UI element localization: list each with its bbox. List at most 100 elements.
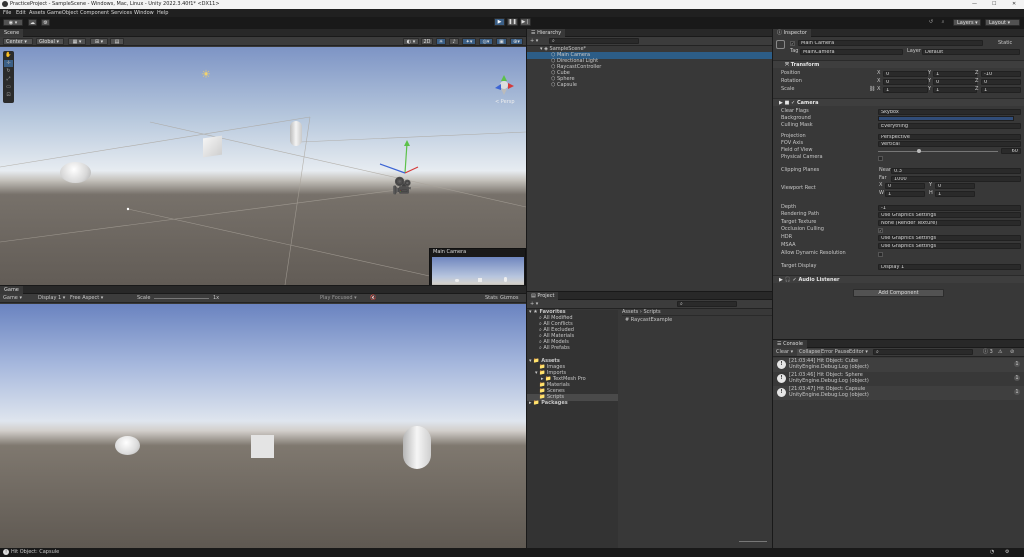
position-x[interactable]: 0 [883,71,928,77]
tab-scene[interactable]: Scene [0,29,24,37]
scale-z[interactable]: 1 [981,87,1021,93]
target-display-dropdown[interactable]: Display 1 [878,264,1021,270]
tab-game[interactable]: Game [0,286,23,294]
scale-tool-icon[interactable]: ⤢ [4,76,13,83]
display-dropdown[interactable]: Display 1 ▾ [38,295,65,302]
error-pause-toggle[interactable]: Error Pause [821,349,849,356]
viewport-x[interactable]: 0 [885,183,925,189]
object-name-field[interactable]: Main Camera [798,40,983,46]
tab-project[interactable]: ▤ Project [527,292,559,300]
object-active-checkbox[interactable]: ✓ [790,41,795,46]
game-viewport[interactable] [0,304,526,548]
depth-field[interactable]: -1 [878,205,1021,211]
fov-slider[interactable] [878,151,998,152]
icon-size-slider[interactable] [739,541,767,542]
aspect-dropdown[interactable]: Free Aspect ▾ [70,295,103,302]
background-color-swatch[interactable] [878,116,1014,121]
status-progress-icon[interactable]: ◔ [990,548,994,557]
main-camera-gizmo-icon[interactable]: 🎥 [392,177,422,197]
dynamic-resolution-checkbox[interactable] [878,252,883,257]
fov-slider-knob[interactable] [916,149,921,153]
pause-button[interactable]: ❚❚ [507,18,518,26]
physical-camera-checkbox[interactable] [878,156,883,161]
far-field[interactable]: 1000 [891,176,1021,182]
position-y[interactable]: 1 [933,71,977,77]
menu-component[interactable]: Component [80,9,109,17]
orientation-gizmo[interactable] [492,73,516,97]
culling-mask-dropdown[interactable]: Everything [878,123,1021,129]
menu-gameobject[interactable]: GameObject [47,9,78,17]
viewport-w[interactable]: 1 [885,191,925,197]
cloud-icon[interactable]: ☁ [28,19,37,26]
mute-audio-icon[interactable]: 🔇 [370,295,376,302]
viewport-h[interactable]: 1 [935,191,975,197]
scale-x[interactable]: 1 [883,87,928,93]
hierarchy-search-input[interactable]: ⌕ [549,38,639,44]
rotation-y[interactable]: 0 [933,79,977,85]
rotation-z[interactable]: 0 [981,79,1021,85]
2d-toggle[interactable]: 2D [421,38,433,45]
menu-help[interactable]: Help [157,9,168,17]
viewport-y[interactable]: 0 [935,183,975,189]
history-icon[interactable]: ↺ [927,19,935,26]
console-entry[interactable]: ! [21:03:47] Hit Object: Capsule UnityEn… [773,386,1024,400]
clear-flags-dropdown[interactable]: Skybox [878,109,1021,115]
fov-axis-dropdown[interactable]: Vertical [878,141,1021,147]
layers-dropdown[interactable]: Layers ▾ [953,19,981,26]
persp-label[interactable]: < Persp [495,99,515,105]
tab-console[interactable]: ☰ Console [773,340,807,348]
scene-viewport[interactable]: ✋ ✛ ↻ ⤢ ▭ ⊡ ☀ 🎥 < Persp Main Camera [0,47,526,285]
transform-tool-icon[interactable]: ⊡ [4,92,13,99]
tab-hierarchy[interactable]: ☰ Hierarchy [527,29,566,37]
lighting-toggle[interactable]: ☀ [436,38,446,45]
game-mode-dropdown[interactable]: Game ▾ [3,295,22,302]
status-settings-icon[interactable]: ⚙ [1005,548,1009,557]
near-field[interactable]: 0.3 [891,168,1021,174]
msaa-dropdown[interactable]: Use Graphics Settings [878,243,1021,249]
grid-toggle[interactable]: ▦ ▾ [68,38,86,45]
camera-settings-button[interactable]: ▣ [496,38,507,45]
audio-toggle[interactable]: ♪ [449,38,459,45]
breadcrumb-scripts[interactable]: Scripts [643,309,660,315]
file-raycast-example[interactable]: # RaycastExample [625,317,672,324]
draw-mode-button[interactable]: ◐ ▾ [403,38,419,45]
minimize-button[interactable]: — [972,0,977,9]
capsule-object[interactable] [290,121,302,146]
fov-value[interactable]: 60 [1001,148,1021,154]
collab-icon[interactable]: ⚙ [41,19,50,26]
console-search-input[interactable]: ⌕ [873,349,973,355]
menu-file[interactable]: File [3,9,11,17]
project-search-input[interactable]: ⌕ [677,301,737,307]
tag-dropdown[interactable]: MainCamera [800,49,903,55]
hdr-dropdown[interactable]: Use Graphics Settings [878,235,1021,241]
console-entry[interactable]: ! [21:03:46] Hit Object: Sphere UnityEng… [773,372,1024,386]
search-icon[interactable]: ⌕ [939,19,947,26]
transform-header[interactable]: ⤧ Transform [773,60,1024,68]
hidden-objects-toggle[interactable]: ◎▾ [479,38,493,45]
scale-y[interactable]: 1 [933,87,977,93]
global-dropdown[interactable]: Global ▾ [36,38,64,45]
rendering-path-dropdown[interactable]: Use Graphics Settings [878,212,1021,218]
occlusion-culling-checkbox[interactable]: ✓ [878,228,883,233]
cube-object[interactable] [203,135,222,158]
step-button[interactable]: ▶❘ [520,18,531,26]
pivot-center-dropdown[interactable]: Center ▾ [3,38,33,45]
collapse-toggle[interactable]: Collapse [797,349,823,356]
create-button[interactable]: + ▾ [530,38,538,45]
info-filter[interactable]: ⓘ 3 [983,349,993,356]
projection-dropdown[interactable]: Perspective [878,134,1021,140]
add-component-button[interactable]: Add Component [853,289,944,297]
project-create-button[interactable]: + ▾ [530,301,538,308]
stats-button[interactable]: Stats [485,295,498,302]
account-button[interactable]: ◉ ▾ [3,19,23,26]
view-tool-icon[interactable]: ✋ [4,52,13,59]
camera-header[interactable]: ▶ ■ ✓ Camera [773,98,1024,106]
menu-window[interactable]: Window [134,9,154,17]
console-entry[interactable]: ! [21:03:44] Hit Object: Cube UnityEngin… [773,358,1024,372]
rect-tool-icon[interactable]: ▭ [4,84,13,91]
error-filter-icon[interactable]: ⊘ [1010,349,1014,356]
clear-button[interactable]: Clear ▾ [776,349,793,356]
packages-folder[interactable]: ▸ 📁 Packages [529,400,568,407]
maximize-button[interactable]: ☐ [992,0,996,9]
play-button[interactable]: ▶ [494,18,505,26]
